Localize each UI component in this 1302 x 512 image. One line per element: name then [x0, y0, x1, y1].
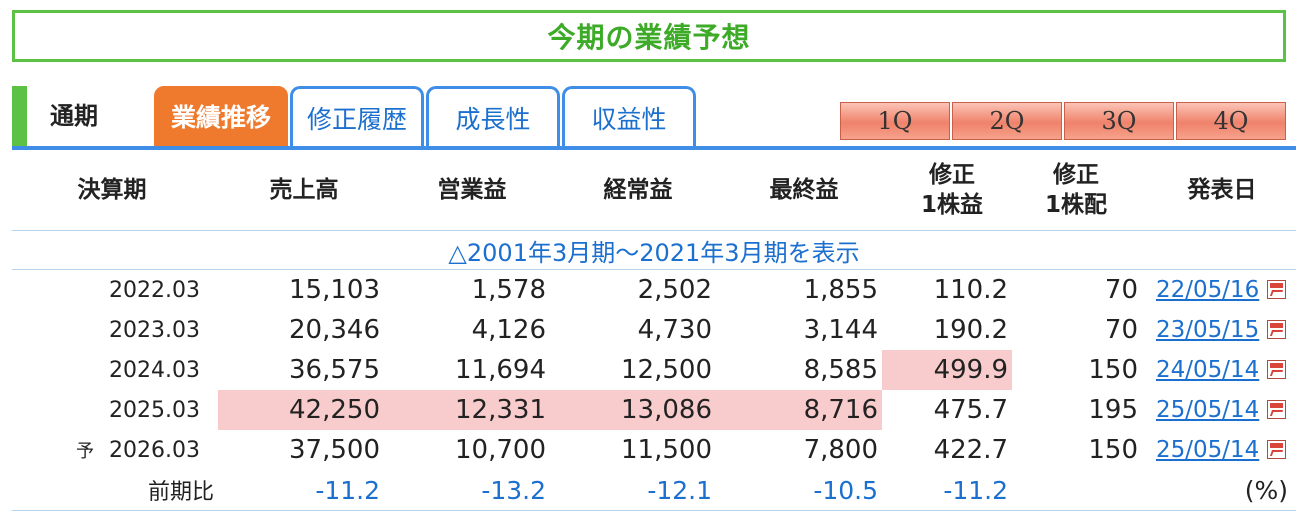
header-operating-profit: 営業益 [437, 177, 507, 203]
tab-row: 通期 業績推移 修正履歴 成長性 収益性 1Q 2Q 3Q 4Q [12, 86, 1298, 150]
table-row: 2022.03 15,103 1,578 2,502 1,855 110.2 7… [12, 270, 1296, 310]
cell-eps-highlight: 499.9 [882, 350, 1012, 390]
yoy-change-label: 前期比 [147, 480, 214, 505]
announce-date-link[interactable]: 22/05/16 [1156, 270, 1259, 310]
cell-ordinary: 2,502 [637, 275, 712, 305]
cell-sales: 36,575 [289, 355, 380, 385]
expand-history-link[interactable]: △2001年3月期～2021年3月期を表示 [448, 233, 859, 268]
cell-operating: 4,126 [471, 315, 546, 345]
cell-net-highlight: 8,716 [716, 390, 882, 430]
cell-ordinary: 11,500 [621, 435, 712, 465]
pdf-icon[interactable] [1267, 440, 1286, 459]
quarter-1q-button[interactable]: 1Q [840, 102, 950, 140]
section-title-box: 今期の業績予想 [12, 10, 1286, 62]
table-row-forecast: 予 2026.03 37,500 10,700 11,500 7,800 422… [12, 430, 1296, 470]
cell-net: 8,585 [803, 355, 878, 385]
header-announce-date: 発表日 [1187, 177, 1257, 203]
cell-net: 3,144 [803, 315, 878, 345]
header-net-profit: 最終益 [769, 177, 839, 203]
cell-dps: 70 [1104, 315, 1138, 345]
pdf-icon[interactable] [1267, 320, 1286, 339]
green-marker [12, 86, 27, 146]
cell-dps: 150 [1088, 355, 1138, 385]
cell-operating-highlight: 12,331 [384, 390, 550, 430]
expand-history-row: △2001年3月期～2021年3月期を表示 [12, 231, 1296, 270]
cell-operating: 10,700 [455, 435, 546, 465]
change-unit: (%) [1244, 475, 1288, 505]
cell-net: 1,855 [803, 275, 878, 305]
cell-sales: 20,346 [289, 315, 380, 345]
announce-date-link[interactable]: 24/05/14 [1156, 350, 1259, 390]
change-operating: -13.2 [481, 475, 546, 505]
header-period: 決算期 [77, 177, 147, 203]
cell-dps: 195 [1088, 395, 1138, 425]
quarter-4q-button[interactable]: 4Q [1176, 102, 1286, 140]
tab-profitability[interactable]: 収益性 [562, 86, 696, 146]
cell-eps: 422.7 [933, 435, 1008, 465]
cell-dps: 150 [1088, 435, 1138, 465]
cell-eps: 190.2 [933, 315, 1008, 345]
cell-operating: 11,694 [455, 355, 546, 385]
announce-date-link[interactable]: 23/05/15 [1156, 310, 1259, 350]
pdf-icon[interactable] [1267, 360, 1286, 379]
pdf-icon[interactable] [1267, 400, 1286, 419]
table-row: 2024.03 36,575 11,694 12,500 8,585 499.9… [12, 350, 1296, 390]
cell-ordinary: 4,730 [637, 315, 712, 345]
cell-net: 7,800 [803, 435, 878, 465]
announce-date-link[interactable]: 25/05/14 [1156, 430, 1259, 470]
table-row: 2023.03 20,346 4,126 4,730 3,144 190.2 7… [12, 310, 1296, 350]
cell-period: 2023.03 [109, 317, 200, 343]
cell-ordinary-highlight: 13,086 [550, 390, 716, 430]
cell-sales: 15,103 [289, 275, 380, 305]
cell-ordinary: 12,500 [621, 355, 712, 385]
change-sales: -11.2 [315, 475, 380, 505]
header-sales: 売上高 [269, 177, 339, 203]
cell-eps: 110.2 [933, 275, 1008, 305]
change-eps: -11.2 [943, 475, 1008, 505]
section-title: 今期の業績予想 [547, 21, 751, 54]
cell-operating: 1,578 [471, 275, 546, 305]
tab-revision-history[interactable]: 修正履歴 [290, 86, 424, 146]
cell-period: 2022.03 [109, 277, 200, 303]
quarter-3q-button[interactable]: 3Q [1064, 102, 1174, 140]
tab-performance[interactable]: 業績推移 [154, 86, 288, 146]
change-ordinary: -12.1 [647, 475, 712, 505]
period-label: 通期 [50, 102, 98, 130]
header-dps: 修正 1株配 [1044, 162, 1107, 218]
table-header: 決算期 売上高 営業益 経常益 最終益 修正 1株益 修正 1株配 発表日 [12, 150, 1296, 231]
cell-period: 2026.03 [109, 437, 200, 463]
quarter-2q-button[interactable]: 2Q [952, 102, 1062, 140]
pdf-icon[interactable] [1267, 280, 1286, 299]
cell-period: 2024.03 [109, 357, 200, 383]
earnings-table: 決算期 売上高 営業益 経常益 最終益 修正 1株益 修正 1株配 発表日 △2… [12, 150, 1296, 511]
table-row: 2025.03 42,250 12,331 13,086 8,716 475.7… [12, 390, 1296, 430]
change-net: -10.5 [813, 475, 878, 505]
earnings-forecast-panel: 今期の業績予想 通期 業績推移 修正履歴 成長性 収益性 1Q 2Q 3Q 4Q… [0, 0, 1302, 512]
cell-dps: 70 [1104, 275, 1138, 305]
announce-date-link[interactable]: 25/05/14 [1156, 390, 1259, 430]
cell-sales: 37,500 [289, 435, 380, 465]
header-eps: 修正 1株益 [920, 162, 983, 218]
tab-growth[interactable]: 成長性 [426, 86, 560, 146]
cell-eps: 475.7 [933, 395, 1008, 425]
cell-sales-highlight: 42,250 [218, 390, 384, 430]
yoy-change-row: 前期比 -11.2 -13.2 -12.1 -10.5 -11.2 (%) [12, 470, 1296, 511]
cell-period: 2025.03 [109, 397, 200, 423]
header-ordinary-profit: 経常益 [603, 177, 673, 203]
